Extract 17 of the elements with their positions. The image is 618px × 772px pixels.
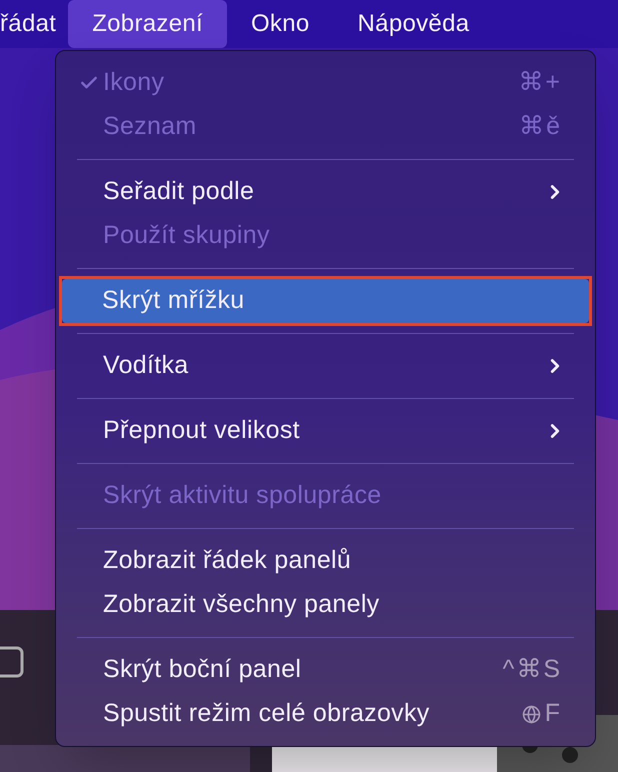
menu-bar-item[interactable]: Okno — [226, 0, 334, 48]
menu-item[interactable]: Skrýt boční panel ^⌘S — [63, 648, 588, 692]
menu-item[interactable]: Zobrazit řádek panelů — [63, 539, 588, 583]
menu-bar-item[interactable]: řádat — [0, 0, 68, 48]
shortcut-text: ^⌘S — [502, 654, 562, 686]
shortcut-text: ⌘ě — [519, 111, 562, 142]
menu-item[interactable]: Zobrazit všechny panely — [63, 583, 588, 627]
menu-bar-item[interactable]: Zobrazení — [68, 0, 227, 48]
menu-item[interactable]: Spustit režim celé obrazovky F — [63, 692, 588, 736]
shortcut-text: F — [544, 698, 562, 730]
menu-item[interactable]: Přepnout velikost — [63, 409, 588, 453]
menu-item[interactable]: Skrýt mřížku — [62, 279, 589, 323]
shortcut-text: ⌘+ — [518, 67, 562, 98]
menu-item[interactable]: Vodítka — [63, 344, 588, 388]
menu-item[interactable]: Seřadit podle — [63, 170, 588, 214]
globe-icon — [522, 704, 541, 724]
menu-bar-item[interactable]: Nápověda — [334, 0, 494, 48]
